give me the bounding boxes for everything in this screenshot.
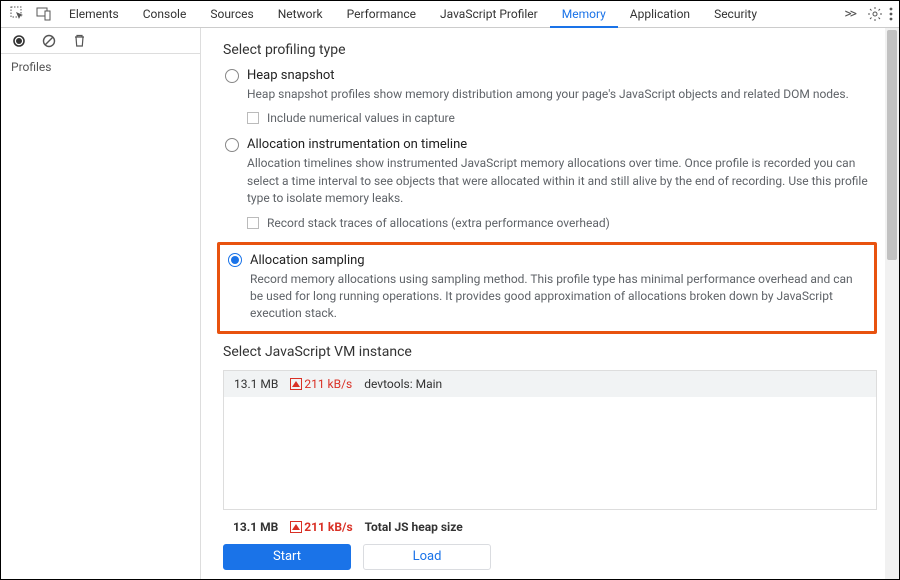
option-heap-snapshot[interactable]: Heap snapshot Heap snapshot profiles sho… [223,68,877,125]
vm-instance-title: Select JavaScript VM instance [223,344,877,360]
footer-size: 13.1 MB [233,520,278,534]
label-include-numerical: Include numerical values in capture [267,111,455,125]
option-allocation-timeline[interactable]: Allocation instrumentation on timeline A… [223,137,877,229]
desc-allocation-timeline: Allocation timelines show instrumented J… [247,155,877,207]
label-heap-snapshot: Heap snapshot [247,68,335,83]
tab-elements[interactable]: Elements [57,1,131,27]
tab-sources[interactable]: Sources [198,1,265,27]
devtools-tabbar: Elements Console Sources Network Perform… [1,1,899,28]
arrow-up-icon [292,524,300,530]
radio-allocation-timeline[interactable] [225,138,239,152]
load-button[interactable]: Load [363,544,491,570]
label-stack-traces: Record stack traces of allocations (extr… [267,216,610,230]
tab-network[interactable]: Network [266,1,335,27]
memory-panel-main: Select profiling type Heap snapshot Heap… [201,28,899,579]
radio-heap-snapshot[interactable] [225,69,239,83]
footer-label: Total JS heap size [365,520,463,534]
inspect-icon[interactable] [5,1,31,27]
tab-performance[interactable]: Performance [335,1,428,27]
tab-application[interactable]: Application [618,1,702,27]
label-allocation-timeline: Allocation instrumentation on timeline [247,137,467,152]
option-allocation-sampling[interactable]: Allocation sampling Record memory alloca… [226,253,866,323]
label-allocation-sampling: Allocation sampling [250,253,365,268]
profiles-sidebar: Profiles [1,28,201,579]
vm-instance-row[interactable]: 13.1 MB 211 kB/s devtools: Main [224,371,876,397]
start-button[interactable]: Start [223,544,351,570]
record-icon[interactable] [11,33,27,49]
highlighted-option-box: Allocation sampling Record memory alloca… [217,242,877,334]
radio-allocation-sampling[interactable] [228,253,242,267]
checkbox-include-numerical[interactable] [247,112,259,124]
clear-icon[interactable] [41,33,57,49]
more-tabs-icon[interactable]: >> [838,6,861,22]
vm-rate: 211 kB/s [290,377,352,391]
delete-icon[interactable] [71,33,87,49]
desc-heap-snapshot: Heap snapshot profiles show memory distr… [247,86,877,103]
kebab-menu-icon[interactable] [889,6,893,22]
vertical-scrollbar[interactable] [885,28,899,579]
profiling-type-title: Select profiling type [223,42,877,58]
tab-security[interactable]: Security [702,1,769,27]
settings-icon[interactable] [867,6,883,22]
device-toolbar-icon[interactable] [31,1,57,27]
vm-name: devtools: Main [364,377,442,391]
tab-console[interactable]: Console [131,1,199,27]
checkbox-stack-traces[interactable] [247,217,259,229]
footer-rate: 211 kB/s [290,520,352,534]
sidebar-header: Profiles [1,54,200,80]
scroll-thumb[interactable] [887,30,897,260]
heap-footer: 13.1 MB 211 kB/s Total JS heap size [223,520,877,534]
desc-allocation-sampling: Record memory allocations using sampling… [250,271,866,323]
arrow-up-icon [292,381,300,387]
tab-js-profiler[interactable]: JavaScript Profiler [428,1,550,27]
vm-instance-list: 13.1 MB 211 kB/s devtools: Main [223,370,877,510]
vm-size: 13.1 MB [234,377,278,391]
tab-memory[interactable]: Memory [550,1,618,28]
